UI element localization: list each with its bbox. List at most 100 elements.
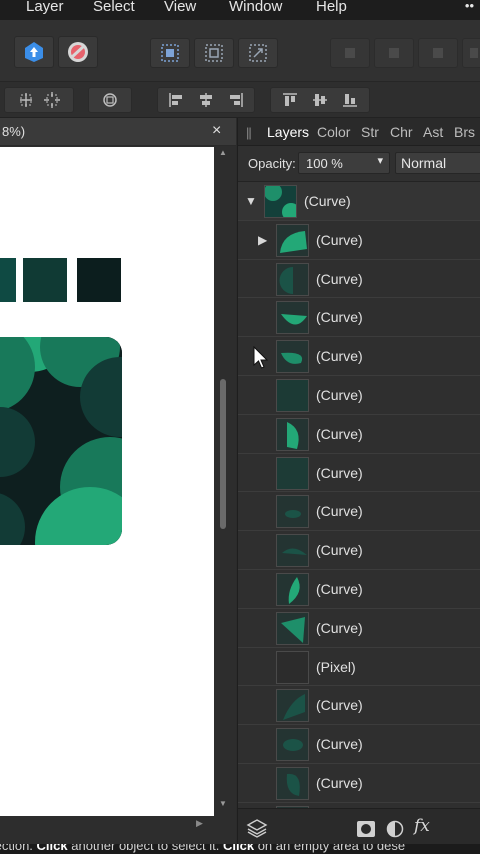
layer-thumbnail xyxy=(276,379,309,412)
geometry-icon xyxy=(101,91,119,109)
canvas[interactable] xyxy=(0,147,214,816)
expand-arrow-icon[interactable]: ▶ xyxy=(258,233,267,247)
layer-row-group[interactable]: ▼ (Curve) xyxy=(238,182,480,221)
layer-row[interactable]: (Pixel) xyxy=(238,647,480,687)
move-back-button[interactable] xyxy=(374,38,414,68)
layer-row[interactable]: (Curve) xyxy=(238,337,480,376)
layer-name: (Curve) xyxy=(316,581,363,597)
mask-icon[interactable] xyxy=(356,820,376,842)
artboard-artwork[interactable] xyxy=(0,337,122,545)
color-swatch[interactable] xyxy=(0,258,16,302)
layer-thumbnail xyxy=(276,689,309,723)
tab-assets[interactable]: Ast xyxy=(423,124,443,140)
frame-snap-button[interactable] xyxy=(194,38,234,68)
align-right-icon xyxy=(227,91,245,109)
layer-row[interactable]: (Curve) xyxy=(238,376,480,415)
layer-row[interactable]: (Curve) xyxy=(238,531,480,570)
move-back-icon xyxy=(386,45,402,61)
layer-row[interactable]: (Curve) xyxy=(238,453,480,493)
layer-name: (Curve) xyxy=(316,425,363,442)
vertical-scrollbar[interactable]: ▲ ▼ xyxy=(216,147,230,816)
panel-grip-icon[interactable]: || xyxy=(246,125,252,140)
document-area: 8%) × ▲ ▼ ▶ xyxy=(0,118,236,854)
geometry-button[interactable] xyxy=(88,87,132,113)
layer-row[interactable]: (Curve) xyxy=(238,725,480,764)
layer-name: (Curve) xyxy=(316,619,363,636)
layer-row[interactable]: (Curve) xyxy=(238,608,480,648)
layer-thumbnail xyxy=(264,185,297,218)
layers-stack-icon[interactable] xyxy=(246,817,268,843)
menu-help[interactable]: Help xyxy=(316,0,347,15)
layer-name: (Curve) xyxy=(316,387,363,403)
menu-overflow[interactable]: •• xyxy=(465,0,474,13)
main-toolbar xyxy=(0,20,480,82)
no-entry-button[interactable] xyxy=(58,36,98,68)
layer-thumbnail xyxy=(276,650,309,684)
status-bar: selection. Click another object to selec… xyxy=(0,844,480,854)
menu-select[interactable]: Select xyxy=(93,0,135,15)
menu-view[interactable]: View xyxy=(164,0,196,15)
no-entry-icon xyxy=(67,41,89,63)
tab-brushes[interactable]: Brs xyxy=(454,124,475,140)
layer-name: (Curve) xyxy=(316,270,363,287)
layer-thumbnail xyxy=(276,573,309,606)
move-bottom-icon xyxy=(467,45,479,61)
scroll-right-icon[interactable]: ▶ xyxy=(196,818,203,829)
close-icon[interactable]: × xyxy=(212,122,221,140)
scroll-up-icon[interactable]: ▲ xyxy=(219,148,227,157)
blend-mode-dropdown[interactable]: Normal xyxy=(395,152,480,174)
collapse-arrow-icon[interactable]: ▼ xyxy=(245,194,257,208)
align-vertical-group[interactable] xyxy=(270,87,370,113)
move-top-icon xyxy=(430,45,446,61)
tab-layers[interactable]: Layers xyxy=(267,124,309,140)
layer-name: (Curve) xyxy=(316,697,363,714)
color-swatch[interactable] xyxy=(23,258,67,302)
layer-thumbnail xyxy=(276,728,309,762)
tab-character[interactable]: Chr xyxy=(390,124,413,140)
align-horizontal-group[interactable] xyxy=(157,87,255,113)
move-forward-icon xyxy=(342,45,358,61)
move-forward-button[interactable] xyxy=(330,38,370,68)
share-persona-button[interactable] xyxy=(14,36,54,68)
layer-thumbnail xyxy=(276,611,309,645)
transform-tools-group[interactable] xyxy=(4,87,74,113)
layer-name: (Curve) xyxy=(316,775,363,791)
document-tab[interactable]: 8%) × xyxy=(0,118,236,146)
scroll-down-icon[interactable]: ▼ xyxy=(219,799,227,808)
layer-thumbnail xyxy=(276,301,309,335)
tab-stroke[interactable]: Str xyxy=(361,124,379,140)
menu-window[interactable]: Window xyxy=(229,0,282,15)
menu-layer[interactable]: Layer xyxy=(26,0,64,15)
adjustment-icon[interactable] xyxy=(386,820,404,842)
color-swatch[interactable] xyxy=(77,258,121,302)
layer-row[interactable]: (Curve) xyxy=(238,492,480,532)
flip-icon xyxy=(17,91,35,109)
grid-snap-button[interactable] xyxy=(150,38,190,68)
layer-row[interactable]: (Curve) xyxy=(238,764,480,803)
layer-name: (Curve) xyxy=(316,231,363,248)
artwork-shapes xyxy=(0,337,122,545)
scrollbar-thumb[interactable] xyxy=(220,379,226,529)
transform-snap-icon xyxy=(248,43,268,63)
layer-name: (Curve) xyxy=(304,193,351,209)
align-bottom-icon xyxy=(341,91,359,109)
layer-thumbnail xyxy=(276,340,309,374)
layer-row[interactable]: ▶ (Curve) xyxy=(238,220,480,260)
fx-icon[interactable]: fx xyxy=(414,816,430,836)
layer-row[interactable]: (Curve) xyxy=(238,686,480,726)
horizontal-scrollbar[interactable]: ▶ xyxy=(0,816,216,834)
opacity-dropdown[interactable]: 100 % ▾ xyxy=(298,152,390,174)
menu-bar: Layer Select View Window Help •• xyxy=(0,0,480,20)
layer-thumbnail xyxy=(276,767,309,800)
layer-row[interactable]: (Curve) xyxy=(238,570,480,609)
layer-thumbnail xyxy=(276,223,309,257)
move-top-button[interactable] xyxy=(418,38,458,68)
transform-snap-button[interactable] xyxy=(238,38,278,68)
layer-row[interactable]: (Curve) xyxy=(238,259,480,299)
layer-row[interactable]: (Curve) xyxy=(238,414,480,454)
layer-thumbnail xyxy=(276,456,309,490)
status-hint: selection. Click another object to selec… xyxy=(0,844,406,853)
move-bottom-button[interactable] xyxy=(462,38,480,68)
tab-color[interactable]: Color xyxy=(317,124,350,140)
layer-row[interactable]: (Curve) xyxy=(238,298,480,338)
